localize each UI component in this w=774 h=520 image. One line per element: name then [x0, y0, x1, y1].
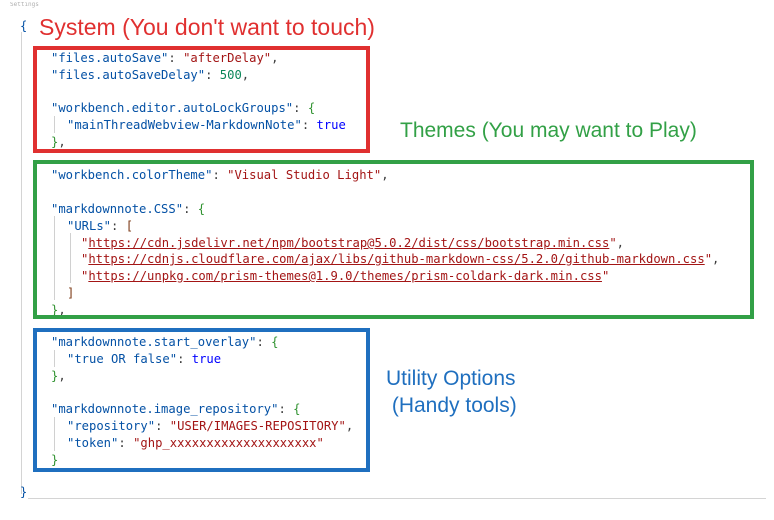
json-open-brace: {: [20, 19, 28, 33]
themes-annotation-label: Themes (You may want to Play): [400, 119, 697, 142]
utility-annotation-label-line2: (Handy tools): [386, 394, 517, 417]
indent-guide-root: [21, 32, 22, 494]
editor-tab-stub[interactable]: Settings: [10, 2, 74, 8]
themes-settings-box: [33, 160, 754, 319]
system-annotation-label: System (You don't want to touch): [39, 14, 375, 40]
editor-bottom-border: [28, 498, 766, 499]
json-close-brace: }: [20, 485, 28, 499]
utility-annotation-label-line1: Utility Options: [386, 367, 516, 390]
system-settings-box: [33, 46, 370, 153]
utility-settings-box: [33, 328, 370, 472]
